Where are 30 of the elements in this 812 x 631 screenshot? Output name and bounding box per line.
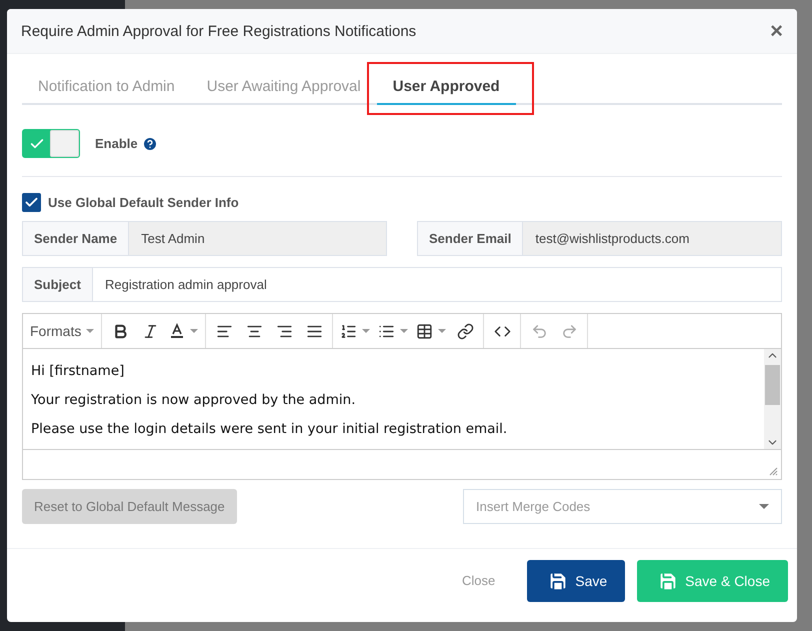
help-icon[interactable]: [142, 136, 158, 152]
field-label: Sender Email: [417, 221, 524, 256]
text-color-icon: [169, 323, 186, 339]
numbered-list-icon: [340, 322, 358, 340]
table-icon: [416, 322, 434, 340]
formats-dropdown[interactable]: Formats: [27, 317, 98, 345]
checkbox-label: Use Global Default Sender Info: [48, 195, 239, 210]
checkbox[interactable]: [22, 193, 41, 212]
enable-label: Enable: [95, 136, 138, 151]
tab[interactable]: User Approved: [376, 70, 516, 105]
merge-codes-select[interactable]: Insert Merge Codes: [463, 489, 782, 524]
field-label: Subject: [22, 267, 93, 302]
undo-icon: [530, 322, 548, 340]
tab[interactable]: User Awaiting Approval: [190, 70, 377, 105]
link-icon: [456, 322, 474, 340]
tab[interactable]: Notification to Admin: [22, 70, 191, 105]
select-placeholder: Insert Merge Codes: [476, 499, 590, 514]
subject-field[interactable]: Registration admin approval: [92, 267, 782, 302]
enable-toggle[interactable]: [22, 129, 80, 158]
field-label: Sender Name: [22, 221, 130, 256]
save-button[interactable]: Save: [527, 560, 626, 602]
editor-text-line: Your registration is now approved by the admin.: [31, 392, 356, 408]
resize-handle-icon[interactable]: [769, 467, 778, 476]
modal-title: Require Admin Approval for Free Registrations Notifications: [21, 22, 416, 40]
redo-icon: [560, 322, 578, 340]
editor-text-line: Please use the login details were sent in your initial registration email.: [31, 421, 508, 437]
scrollbar[interactable]: [764, 349, 781, 449]
close-button[interactable]: ×: [766, 20, 787, 42]
close-link[interactable]: Close: [442, 573, 516, 588]
editor-text-line: Hi [firstname]: [31, 363, 126, 379]
